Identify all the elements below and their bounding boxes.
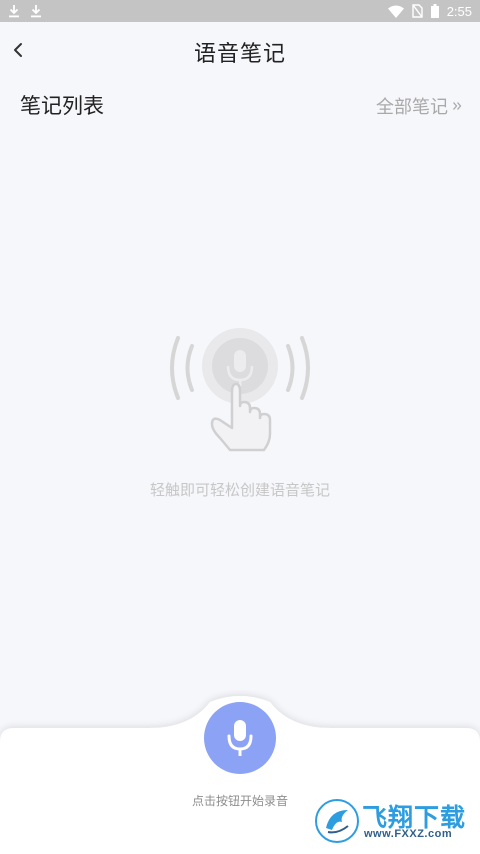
touch-microphone-icon: [170, 328, 310, 452]
page-title: 语音笔记: [193, 42, 286, 67]
battery-icon: [430, 4, 439, 18]
microphone-icon: [227, 720, 253, 756]
download-icon: [9, 5, 19, 18]
status-bar-right: 2:55: [380, 4, 472, 19]
watermark-logo-icon: [315, 799, 359, 843]
record-button[interactable]: [204, 702, 276, 774]
notes-list-header: 笔记列表 全部笔记: [0, 88, 480, 120]
all-notes-label: 全部笔记: [376, 97, 448, 118]
status-bar: 2:55: [0, 0, 480, 22]
no-sim-icon: [411, 4, 423, 18]
app-header: 语音笔记: [0, 22, 480, 80]
chevron-double-right-icon: [453, 102, 462, 110]
watermark-url: www.FXXZ.com: [364, 828, 453, 840]
empty-hint: 轻触即可轻松创建语音笔记: [149, 481, 330, 499]
download-icon: [31, 5, 41, 18]
all-notes-link[interactable]: 全部笔记: [376, 93, 462, 119]
watermark: 飞翔下载 www.FXXZ.com: [314, 796, 474, 848]
status-time: 2:55: [446, 3, 472, 19]
wifi-icon: [387, 5, 404, 18]
notes-list-title: 笔记列表: [20, 94, 104, 118]
status-bar-left: [8, 4, 52, 18]
